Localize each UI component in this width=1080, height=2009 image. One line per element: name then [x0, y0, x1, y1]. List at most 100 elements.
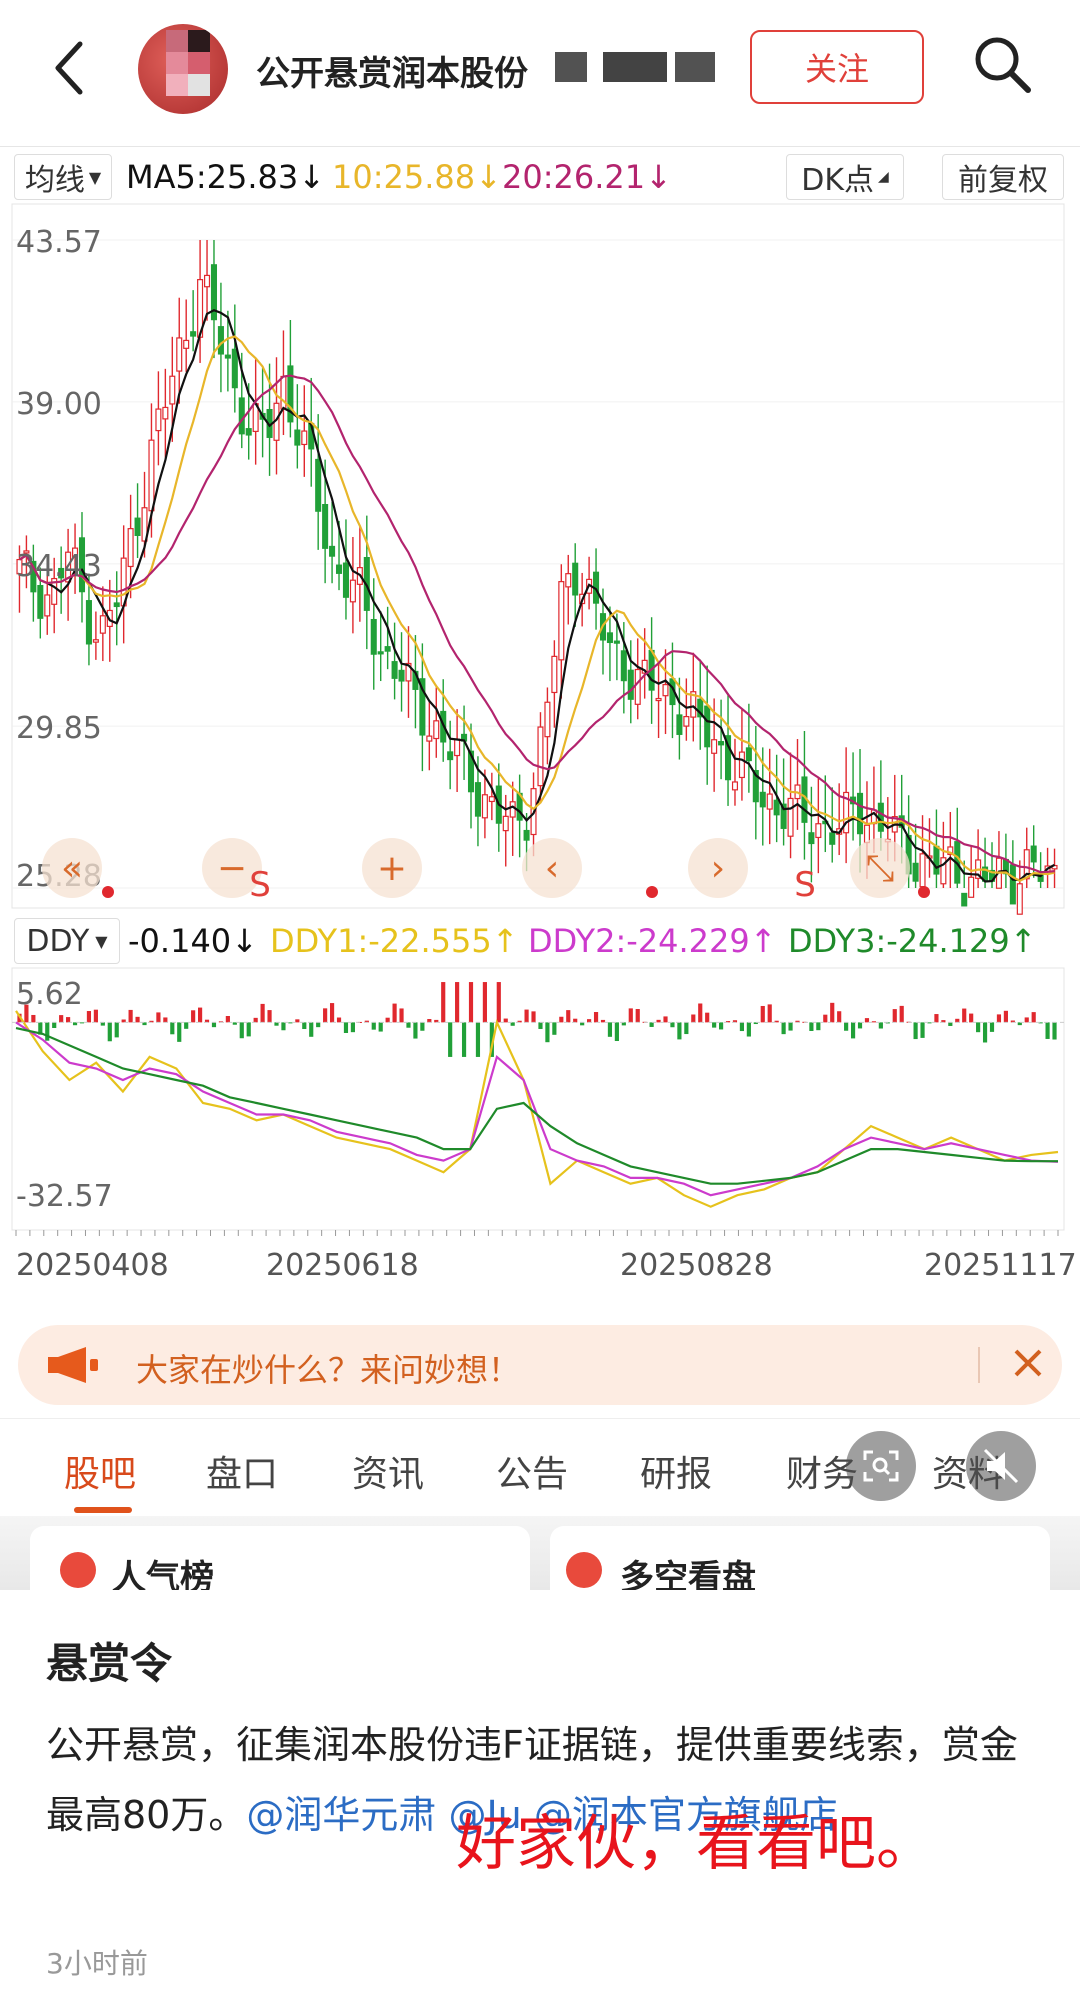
post-card[interactable]: 悬赏令 公开悬赏，征集润本股份违F证据链，提供重要线索，赏金最高80万。@润华元… — [0, 1590, 1080, 2009]
ddy-bar — [913, 1022, 918, 1040]
scan-icon — [863, 1450, 899, 1482]
ddy-bar — [538, 1022, 543, 1029]
candle-body — [815, 823, 822, 839]
chart-nav-button[interactable]: + — [362, 838, 422, 898]
ma-type-label: 均线 — [24, 163, 85, 198]
sell-marker: S — [249, 865, 271, 905]
back-arrow-icon[interactable] — [50, 38, 90, 98]
candle-body — [169, 375, 176, 405]
candle-body — [474, 782, 481, 817]
ddy-bar — [705, 1012, 710, 1023]
candle-body — [301, 430, 308, 446]
tab-guba[interactable]: 股吧 — [64, 1445, 136, 1497]
follow-button[interactable]: 关注 — [750, 30, 924, 104]
chart-nav-button[interactable]: › — [688, 838, 748, 898]
tab-research[interactable]: 研报 — [640, 1445, 712, 1497]
tab-pankou[interactable]: 盘口 — [206, 1445, 278, 1497]
ddy-axis-label: 5.62 — [16, 977, 83, 1012]
megaphone-icon — [48, 1347, 98, 1383]
ddy-bar — [482, 982, 487, 1023]
candle-body — [704, 705, 711, 748]
ddy-bar — [531, 1011, 536, 1023]
ma-type-select[interactable]: 均线 ▼ — [14, 154, 112, 200]
ddy-bar — [239, 1022, 244, 1039]
adjust-button[interactable]: 前复权 — [942, 154, 1064, 200]
candle-body — [572, 562, 579, 596]
ddy-bar — [378, 1022, 383, 1032]
ddy-bar — [510, 1022, 515, 1026]
close-icon[interactable] — [1008, 1343, 1048, 1383]
ddy-bar — [982, 1022, 988, 1043]
ddy3-value: DDY3:-24.129↑ — [788, 922, 1037, 960]
ddy-bar — [211, 1022, 217, 1028]
candle-body — [433, 720, 440, 740]
candle-body — [454, 738, 461, 757]
ddy-bar — [1024, 1017, 1029, 1023]
avatar[interactable] — [138, 24, 228, 114]
ddy-bar — [948, 1022, 953, 1026]
ddy-bar — [760, 1005, 765, 1023]
ddy-bar — [545, 1022, 550, 1043]
ddy-bar — [316, 1022, 321, 1028]
bull-bear-card[interactable]: 多空看盘 — [550, 1526, 1050, 1591]
ddy-bar — [191, 1010, 196, 1023]
ddy-bar — [253, 1017, 258, 1023]
candle-body — [127, 528, 134, 568]
ddy-bar — [809, 1022, 814, 1031]
ddy-bar — [837, 1011, 842, 1023]
mute-button[interactable] — [966, 1431, 1036, 1501]
ddy-bar — [830, 1002, 835, 1023]
signal-dot — [918, 886, 930, 898]
price-label: 34.43 — [16, 549, 102, 584]
candle-body — [238, 397, 245, 435]
ddy-bar — [996, 1014, 1002, 1023]
ask-banner[interactable]: 大家在炒什么？来问妙想！ — [18, 1325, 1062, 1405]
dk-point-button[interactable]: DK点 ◢ — [786, 154, 904, 200]
chart-nav-button[interactable]: « — [42, 838, 102, 898]
ddy-bar — [1045, 1022, 1050, 1039]
chart-nav-button[interactable]: ‹ — [522, 838, 582, 898]
candle-body — [627, 669, 634, 700]
candle-body — [322, 503, 329, 549]
candle-body — [620, 650, 627, 682]
search-icon[interactable] — [970, 32, 1034, 96]
tab-announcement[interactable]: 公告 — [496, 1445, 568, 1497]
candle-body — [634, 668, 641, 705]
candle-body — [933, 845, 940, 875]
ddy1-value: DDY1:-22.555↑ — [270, 922, 519, 960]
ddy-bar — [691, 1014, 696, 1023]
candle-body — [155, 408, 162, 432]
candle-body — [342, 562, 349, 598]
ddy-bar — [475, 1022, 481, 1057]
candle-body — [329, 545, 336, 557]
dropdown-arrow-icon: ▼ — [95, 931, 108, 951]
candle-body — [683, 716, 690, 727]
mention-link[interactable]: @润华元肃 — [246, 1793, 436, 1837]
ddy-bar — [857, 1022, 863, 1029]
stock-chart[interactable]: 43.5739.0034.4329.8525.28 «−+‹›⤡SS 5.62-… — [0, 200, 1080, 1320]
ddy-bar — [892, 1009, 897, 1023]
price-label: 29.85 — [16, 711, 102, 746]
chart-nav-button[interactable]: ⤡ — [850, 838, 910, 898]
ddy-bar — [1031, 1012, 1036, 1023]
candle-body — [912, 862, 919, 882]
candle-body — [676, 714, 683, 735]
candle-body — [968, 876, 975, 898]
popularity-card[interactable]: 人气榜 — [30, 1526, 530, 1591]
ddy-bar — [496, 982, 501, 1023]
ddy-bar — [198, 1007, 203, 1023]
candle-body — [294, 429, 301, 446]
page-title: 公开悬赏润本股份 — [256, 54, 528, 94]
ma10-value: 10:25.88↓ — [332, 158, 502, 196]
ddy-bar — [128, 1009, 133, 1023]
candle-body — [231, 348, 238, 389]
ddy-bar — [413, 1022, 418, 1039]
ddy-bar — [288, 1022, 293, 1024]
date-label-3: 20250828 — [620, 1248, 773, 1283]
ddy-select[interactable]: DDY ▼ — [14, 918, 120, 964]
ddy-bar — [329, 1003, 335, 1023]
screenshot-scan-button[interactable] — [846, 1431, 916, 1501]
ddy-bar — [816, 1022, 821, 1031]
zoom-in-icon: + — [377, 848, 407, 889]
tab-news[interactable]: 资讯 — [352, 1445, 424, 1497]
